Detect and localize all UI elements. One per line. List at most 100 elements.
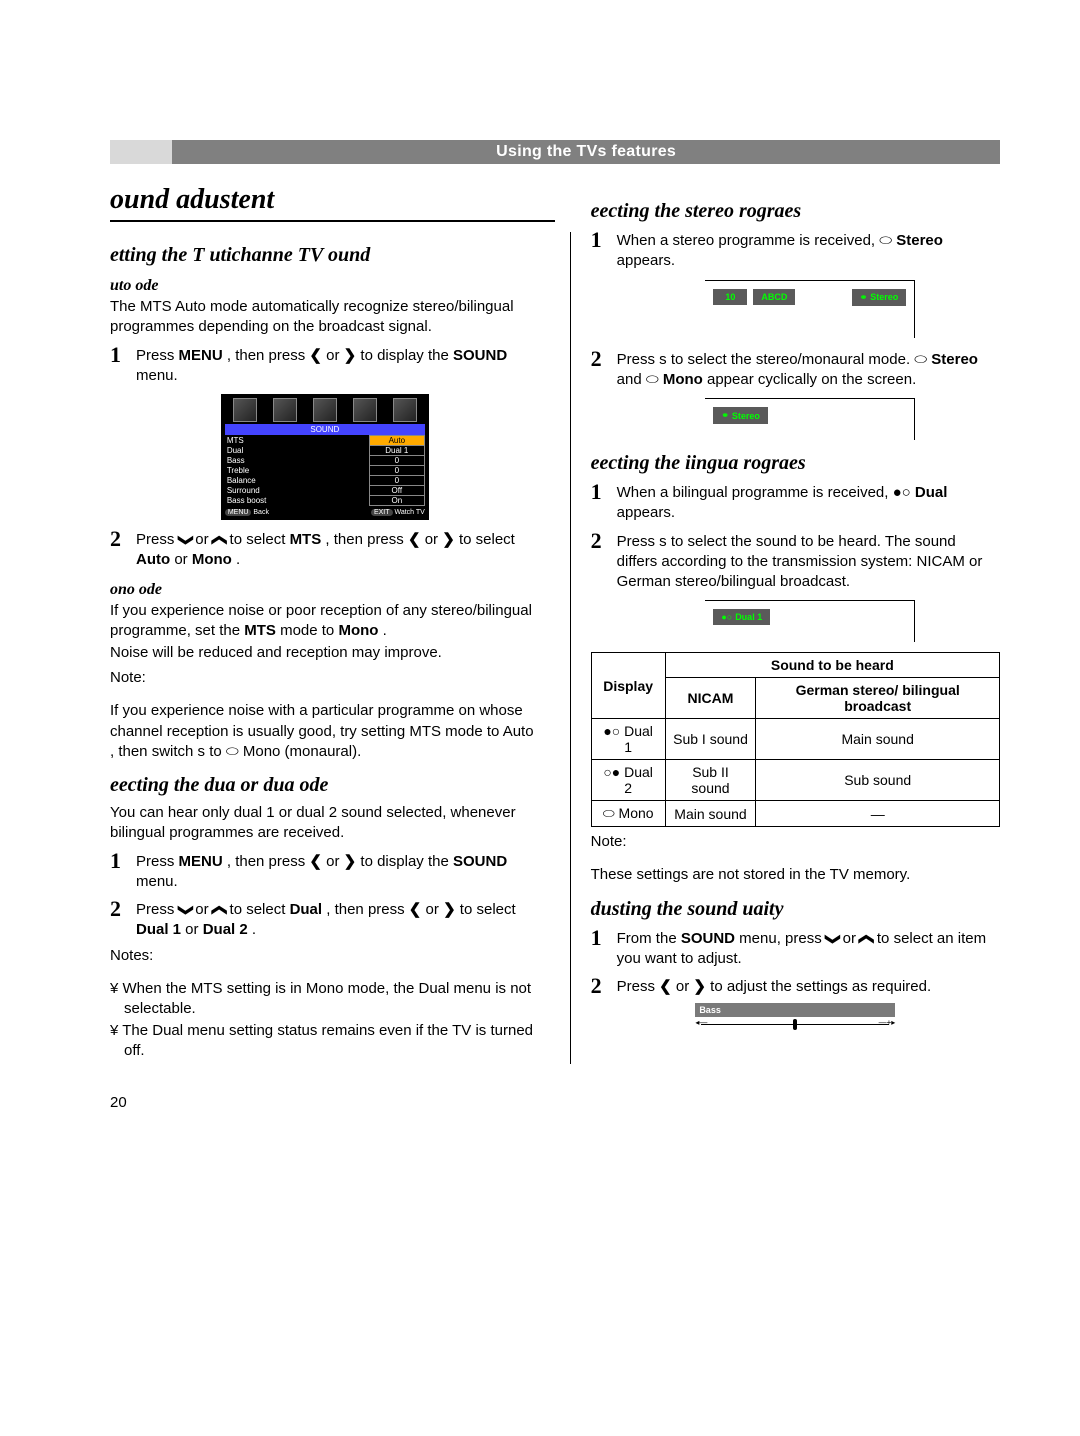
right-column: eecting the stereo rograes 1 When a ster… — [570, 232, 1000, 1064]
step-number: 1 — [110, 344, 128, 387]
sound-label: SOUND — [453, 853, 507, 870]
t: to select — [456, 901, 516, 918]
osd-title: SOUND — [225, 424, 425, 435]
osd-row-value: Off — [369, 486, 424, 496]
t: Press s to select the stereo/monaural mo… — [617, 351, 932, 368]
right-icon: ❯ — [344, 347, 357, 364]
bilingual-step-2: 2 Press s to select the sound to be hear… — [591, 530, 1000, 593]
t: Press — [136, 853, 179, 870]
t: , then press — [322, 901, 409, 918]
stereo-label: Stereo — [896, 232, 943, 249]
td: Sub I sound — [665, 719, 756, 760]
down-icon: ❯ — [175, 904, 195, 917]
t: appears. — [617, 252, 675, 269]
stereo-label: Stereo — [931, 351, 978, 368]
dual2-label: Dual 2 — [203, 921, 248, 938]
osd-row-label: MTS — [225, 436, 370, 446]
osd-footer: MENU Back EXIT Watch TV — [225, 509, 425, 516]
osd-exit-btn: EXIT — [371, 509, 393, 516]
osd-row-label: Dual — [225, 446, 370, 456]
up-icon: ❯ — [209, 904, 229, 917]
osd-row-label: Bass boost — [225, 496, 370, 506]
stereo-step-1: 1 When a stereo programme is received, ⬭… — [591, 229, 1000, 272]
t: to select — [455, 531, 515, 548]
t: to display the — [356, 853, 453, 870]
chip-name: ABCD — [753, 289, 795, 305]
auto-label: Auto — [136, 551, 170, 568]
chip-stereo: ⚭ Stereo — [713, 407, 768, 424]
sound-label: SOUND — [681, 930, 735, 947]
sound-comparison-table: Display Sound to be heard NICAM German s… — [591, 652, 1000, 827]
left-icon: ❮ — [309, 853, 322, 870]
dual-body: You can hear only dual 1 or dual 2 sound… — [110, 803, 540, 844]
t: menu. — [136, 873, 178, 890]
section-header: Using the TVs features — [172, 140, 1000, 164]
header-pad — [110, 140, 172, 164]
auto-step-2: 2 Press ❯ or ❯ to select MTS , then pres… — [110, 528, 540, 571]
t: or — [181, 921, 203, 938]
osd-row-label: Bass — [225, 456, 370, 466]
osd-row-value: 0 — [369, 456, 424, 466]
two-column-layout: etting the T utichanne TV ound uto ode T… — [110, 232, 1000, 1064]
mono-body-1: If you experience noise or poor receptio… — [110, 601, 540, 642]
t: or — [421, 531, 443, 548]
t: to select — [225, 901, 289, 918]
t: or — [322, 853, 344, 870]
t: appears. — [617, 504, 675, 521]
bass-slider-graphic: Bass ◂— —+▸ — [695, 1003, 895, 1031]
t: . — [248, 921, 256, 938]
osd-icon — [233, 398, 257, 422]
heading-multichannel: etting the T utichanne TV ound — [110, 244, 540, 267]
page-title: ound adustent — [110, 184, 555, 222]
section-header-band: Using the TVs features — [110, 140, 1000, 164]
right-icon: ❯ — [344, 853, 357, 870]
chip-dual: ●○ Dual 1 — [713, 609, 770, 625]
page-number: 20 — [110, 1094, 1000, 1111]
t: . — [232, 551, 240, 568]
t: or — [672, 978, 694, 995]
t: or — [421, 901, 443, 918]
tv-snippet-2: ⚭ Stereo — [621, 398, 1000, 440]
sound-menu-osd: SOUND MTSAuto DualDual 1 Bass0 Treble0 B… — [221, 394, 429, 520]
step-number: 2 — [591, 530, 609, 593]
right-icon: ❯ — [693, 978, 706, 995]
bullet-2: ¥ The Dual menu setting status remains e… — [110, 1021, 540, 1062]
t: or — [322, 347, 344, 364]
t: , then press — [223, 347, 310, 364]
auto-mode-body: The MTS Auto mode automatically recogniz… — [110, 297, 540, 338]
slider-left-arrow-icon: ◂— — [695, 1018, 707, 1027]
t: to display the — [356, 347, 453, 364]
mono-label: Mono — [663, 371, 703, 388]
heading-dual-mode: eecting the dua or dua ode — [110, 774, 540, 797]
t: From the — [617, 930, 681, 947]
th-sound: Sound to be heard — [665, 653, 999, 678]
osd-back-label: Back — [253, 509, 269, 516]
quality-step-1: 1 From the SOUND menu, press ❯ or ❯ to s… — [591, 927, 1000, 970]
td: Main sound — [665, 801, 756, 827]
left-icon: ❮ — [408, 531, 421, 548]
chip-channel: 10 — [713, 289, 747, 305]
osd-tab-icons — [225, 398, 425, 422]
heading-stereo: eecting the stereo rograes — [591, 200, 1000, 223]
t: , then press — [223, 853, 310, 870]
heading-auto-mode: uto ode — [110, 277, 540, 295]
left-icon: ❮ — [659, 978, 672, 995]
td: — — [756, 801, 1000, 827]
t: Stereo — [870, 292, 898, 302]
quality-step-2: 2 Press ❮ or ❯ to adjust the settings as… — [591, 975, 1000, 997]
slider-knob — [793, 1019, 797, 1030]
t: Press — [136, 901, 179, 918]
step-number: 2 — [591, 348, 609, 391]
t: When a bilingual programme is received, … — [617, 484, 915, 501]
td: Main sound — [756, 719, 1000, 760]
mts-label: MTS — [244, 622, 276, 639]
down-icon: ❯ — [175, 534, 195, 547]
slider-label: Bass — [695, 1003, 895, 1017]
dual-label: Dual — [915, 484, 948, 501]
t: to adjust the settings as required. — [706, 978, 931, 995]
left-icon: ❮ — [309, 347, 322, 364]
auto-step-1: 1 Press MENU , then press ❮ or ❯ to disp… — [110, 344, 540, 387]
right-icon: ❯ — [443, 901, 456, 918]
osd-exit-label: Watch TV — [394, 509, 424, 516]
t: menu. — [136, 367, 178, 384]
